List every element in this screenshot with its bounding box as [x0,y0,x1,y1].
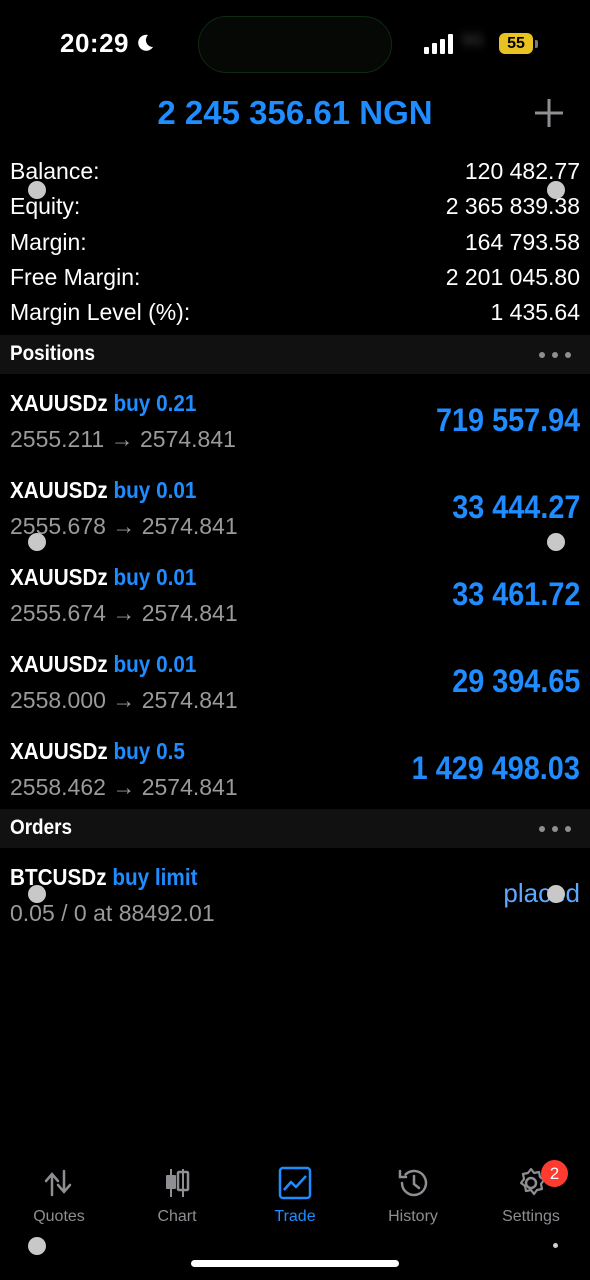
summary-margin-row: Margin: 164 793.58 [10,226,580,261]
tab-history[interactable]: History [354,1160,472,1226]
order-detail: 0.05 / 0 at 88492.01 [10,900,215,926]
tab-label: Settings [502,1208,560,1225]
tab-trade[interactable]: Trade [236,1160,354,1226]
battery-level: 55 [499,33,533,54]
position-profit: 719 557.94 [435,402,580,438]
summary-margin-level-row: Margin Level (%): 1 435.64 [10,296,580,331]
position-prices: 2555.211 → 2574.841 [10,426,236,452]
position-prices: 2555.674 → 2574.841 [10,600,238,626]
orders-header: Orders [0,809,590,848]
signal-icon [424,34,453,54]
position-symbol: XAUUSDz buy 0.01 [10,651,196,678]
symbol-text: XAUUSDz [10,651,108,677]
more-options-icon[interactable] [538,825,572,833]
summary-balance-row: Balance: 120 482.77 [10,155,580,190]
arrows-up-down-icon [44,1169,72,1197]
summary-equity-row: Equity: 2 365 839.38 [10,190,580,225]
order-side: buy limit [112,864,198,890]
summary-label: Free Margin: [10,263,141,290]
moon-icon [138,34,153,51]
position-row[interactable]: XAUUSDz buy 0.01 2555.678 → 2574.841 33 … [0,467,590,554]
position-row[interactable]: XAUUSDz buy 0.5 2558.462 → 2574.841 1 42… [0,728,590,815]
order-row[interactable]: BTCUSDz buy limit 0.05 / 0 at 88492.01 [0,854,590,941]
touch-marker [547,181,565,199]
symbol-text: XAUUSDz [10,738,108,764]
home-indicator[interactable] [191,1260,399,1267]
symbol-text: XAUUSDz [10,564,108,590]
settings-badge: 2 [541,1160,568,1187]
add-order-button[interactable] [532,96,566,130]
summary-label: Margin: [10,228,87,255]
touch-marker [553,1243,558,1248]
position-prices: 2558.000 → 2574.841 [10,687,238,713]
dynamic-island [198,16,392,73]
position-symbol: XAUUSDz buy 0.21 [10,390,196,417]
account-total[interactable]: 2 245 356.61 NGN [0,94,590,132]
touch-marker [547,885,565,903]
candlestick-icon [166,1169,190,1197]
position-symbol: XAUUSDz buy 0.01 [10,564,196,591]
position-symbol: XAUUSDz buy 0.01 [10,477,196,504]
touch-marker [28,533,46,551]
status-time: 20:29 [60,28,129,58]
position-profit: 1 429 498.03 [411,750,580,786]
symbol-text: XAUUSDz [10,477,108,503]
tab-bar: Quotes Chart Trade History Settings [0,1160,590,1240]
position-side: buy 0.01 [113,564,197,590]
carrier-label: 5G [462,32,484,49]
history-clock-icon [398,1169,428,1197]
position-profit: 29 394.65 [451,663,580,699]
tab-label: History [388,1208,438,1225]
position-side: buy 0.5 [113,738,185,764]
position-row[interactable]: XAUUSDz buy 0.21 2555.211 → 2574.841 719… [0,380,590,467]
position-row[interactable]: XAUUSDz buy 0.01 2558.000 → 2574.841 29 … [0,641,590,728]
touch-marker [547,533,565,551]
battery-icon: 55 [499,33,539,55]
symbol-text: XAUUSDz [10,390,108,416]
orders-title: Orders [10,816,72,839]
summary-free-margin-row: Free Margin: 2 201 045.80 [10,261,580,296]
position-profit: 33 444.27 [451,489,580,525]
positions-header: Positions [0,335,590,374]
position-row[interactable]: XAUUSDz buy 0.01 2555.674 → 2574.841 33 … [0,554,590,641]
more-options-icon[interactable] [538,351,572,359]
summary-label: Balance: [10,158,100,184]
summary-value: 1 435.64 [490,299,580,326]
position-profit: 33 461.72 [451,576,580,612]
position-prices: 2558.462 → 2574.841 [10,774,238,800]
summary-value: 2 201 045.80 [445,263,580,290]
position-side: buy 0.01 [113,477,197,503]
symbol-text: BTCUSDz [10,864,107,890]
tab-label: Quotes [33,1208,85,1225]
tab-chart[interactable]: Chart [118,1160,236,1226]
position-side: buy 0.21 [113,390,197,416]
touch-marker [28,181,46,199]
tab-settings[interactable]: Settings [472,1160,590,1226]
tab-label: Trade [274,1208,316,1225]
summary-label: Equity: [10,193,81,220]
trade-chart-icon [278,1166,312,1200]
positions-title: Positions [10,342,96,365]
tab-quotes[interactable]: Quotes [0,1160,118,1226]
summary-label: Margin Level (%): [10,299,191,326]
status-bar: 20:29 5G 55 [0,0,590,90]
position-symbol: XAUUSDz buy 0.5 [10,738,185,765]
touch-marker [28,885,46,903]
tab-label: Chart [157,1208,197,1225]
position-side: buy 0.01 [113,651,197,677]
summary-value: 164 793.58 [464,228,580,255]
account-summary: Balance: 120 482.77 Equity: 2 365 839.38… [10,155,580,331]
order-status: placed [503,878,580,908]
